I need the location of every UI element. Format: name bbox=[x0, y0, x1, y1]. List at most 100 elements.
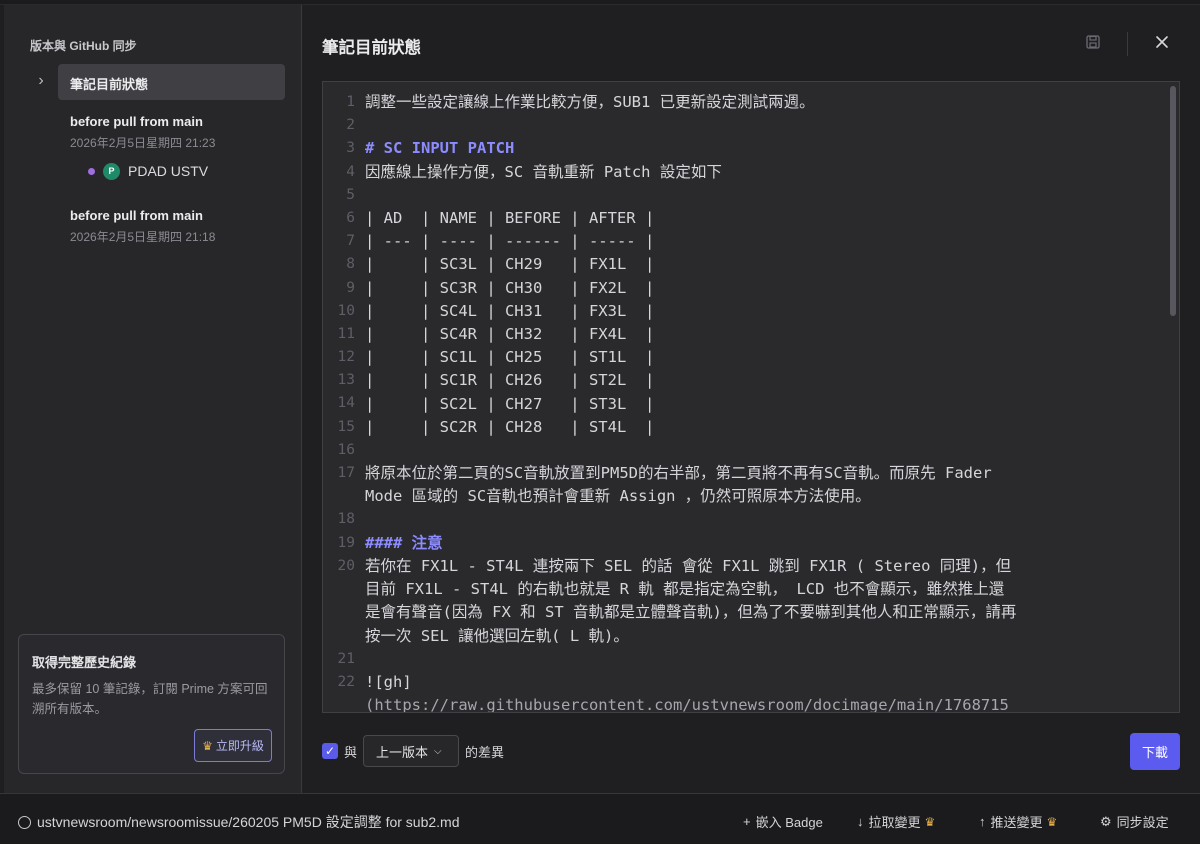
line-number bbox=[323, 578, 363, 601]
status-bar: ustvnewsroom/newsroomissue/260205 PM5D 設… bbox=[0, 793, 1200, 844]
current-version-row[interactable]: › 筆記目前狀態 bbox=[30, 64, 286, 100]
panel-title: 筆記目前狀態 bbox=[322, 39, 421, 57]
avatar: P bbox=[103, 162, 120, 180]
crown-icon: ♛ bbox=[924, 814, 936, 829]
line-number: 18 bbox=[337, 511, 355, 528]
author-name: PDAD USTV bbox=[128, 163, 209, 179]
embed-badge-label: 嵌入 Badge bbox=[755, 815, 823, 830]
push-changes-label: 推送變更 bbox=[990, 815, 1043, 830]
embed-badge-button[interactable]: + 嵌入 Badge bbox=[743, 812, 823, 831]
upgrade-button[interactable]: ♛ 立即升級 bbox=[194, 729, 272, 762]
content-line: | | SC4R | CH32 | FX4L | bbox=[365, 325, 655, 343]
line-number: 13 bbox=[337, 372, 355, 389]
version-date: 2026年2月5日星期四 21:18 bbox=[70, 230, 216, 244]
content-line: | | SC3R | CH30 | FX2L | bbox=[365, 278, 655, 297]
content-line: 目前 FX1L - ST4L 的右軌也就是 R 軌 都是指定為空軌， LCD 也… bbox=[365, 580, 1005, 599]
content-line bbox=[365, 184, 1155, 207]
content-line: | | SC1L | CH25 | ST1L | bbox=[365, 348, 655, 367]
repo-path-label: ustvnewsroom/newsroomissue/260205 PM5D 設… bbox=[37, 814, 460, 830]
crown-icon: ♛ bbox=[202, 738, 213, 753]
content-line bbox=[365, 114, 1155, 137]
diff-suffix-label: 的差異 bbox=[465, 744, 505, 760]
content-line: | --- | ---- | ------ | ----- | bbox=[365, 232, 655, 251]
repo-path[interactable]: ustvnewsroom/newsroomissue/260205 PM5D 設… bbox=[18, 812, 460, 832]
version-date: 2026年2月5日星期四 21:23 bbox=[70, 136, 216, 150]
version-item[interactable]: before pull from main 2026年2月5日星期四 21:18 bbox=[70, 208, 290, 245]
line-number: 3 bbox=[346, 140, 355, 157]
download-button[interactable]: 下載 bbox=[1130, 733, 1180, 770]
note-content-viewer[interactable]: 1 2 3 4 5 6 7 8 9 10 11 12 13 14 15 16 17 18 19 20 21 22 調整一些… bbox=[322, 81, 1180, 713]
line-number: 15 bbox=[337, 418, 355, 435]
diff-checkbox[interactable]: ✓ bbox=[322, 743, 338, 759]
purple-dot-icon bbox=[88, 167, 95, 175]
current-version-label: 筆記目前狀態 bbox=[70, 77, 149, 92]
current-version-item[interactable]: 筆記目前狀態 bbox=[58, 64, 285, 100]
line-number bbox=[323, 624, 363, 647]
content-line: | | SC3L | CH29 | FX1L | bbox=[365, 255, 655, 274]
content-line: | | SC2R | CH28 | ST4L | bbox=[365, 417, 655, 436]
line-number: 8 bbox=[346, 256, 355, 273]
version-title: before pull from main bbox=[70, 208, 203, 223]
line-number: 5 bbox=[346, 186, 355, 203]
gear-icon: ⚙ bbox=[1100, 813, 1112, 829]
arrow-down-icon: ↓ bbox=[857, 814, 864, 829]
line-number: 21 bbox=[337, 650, 355, 667]
promo-body: 最多保留 10 筆記錄，訂閱 Prime 方案可回溯所有版本。 bbox=[32, 682, 268, 716]
chevron-down-icon: ⌵ bbox=[434, 745, 442, 757]
close-icon[interactable] bbox=[1151, 31, 1173, 53]
compare-version-select[interactable]: 上一版本 ⌵ bbox=[363, 735, 460, 767]
line-number-gutter: 1 2 3 4 5 6 7 8 9 10 11 12 13 14 15 16 17 18 19 20 21 22 bbox=[323, 91, 363, 694]
promo-heading: 取得完整歷史紀錄 bbox=[32, 655, 137, 670]
line-number: 19 bbox=[337, 534, 355, 551]
line-number: 12 bbox=[337, 349, 355, 366]
line-number: 6 bbox=[346, 209, 355, 226]
line-number: 14 bbox=[337, 395, 355, 412]
github-icon bbox=[18, 815, 31, 829]
markdown-heading-line: # SC INPUT PATCH bbox=[365, 139, 515, 158]
crown-icon: ♛ bbox=[1046, 814, 1058, 829]
line-number: 10 bbox=[337, 302, 355, 319]
line-number: 2 bbox=[346, 117, 355, 134]
sync-settings-label: 同步設定 bbox=[1116, 815, 1169, 830]
content-line: | | SC1R | CH26 | ST2L | bbox=[365, 371, 655, 390]
diff-prefix-label: 與 bbox=[344, 744, 358, 760]
save-icon[interactable] bbox=[1085, 35, 1101, 51]
plus-icon: + bbox=[743, 814, 751, 829]
content-line bbox=[365, 439, 1155, 462]
compare-version-value: 上一版本 bbox=[376, 744, 429, 760]
version-item[interactable]: before pull from main 2026年2月5日星期四 21:23 bbox=[70, 114, 290, 151]
content-line bbox=[365, 509, 1155, 532]
diff-compare-row: ✓ 與 上一版本 ⌵ 的差異 bbox=[322, 734, 504, 768]
push-changes-button[interactable]: ↑ 推送變更 ♛ bbox=[979, 812, 1057, 831]
header-divider bbox=[1127, 32, 1128, 56]
content-line bbox=[365, 648, 1155, 671]
line-number: 17 bbox=[337, 465, 355, 481]
line-number: 16 bbox=[337, 441, 355, 458]
version-title: before pull from main bbox=[70, 114, 203, 129]
pull-changes-label: 拉取變更 bbox=[868, 815, 921, 830]
line-number: 4 bbox=[346, 163, 355, 180]
line-number: 22 bbox=[337, 673, 355, 690]
vertical-scrollbar[interactable] bbox=[1170, 86, 1176, 316]
content-line: Mode 區域的 SC音軌也預計會重新 Assign ，仍然可照原本方法使用。 bbox=[365, 487, 871, 506]
pull-changes-button[interactable]: ↓ 拉取變更 ♛ bbox=[857, 812, 935, 831]
line-number: 20 bbox=[337, 557, 355, 574]
sync-settings-button[interactable]: ⚙ 同步設定 bbox=[1100, 812, 1169, 831]
sidebar-title: 版本與 GitHub 同步 bbox=[30, 39, 137, 53]
chevron-right-icon: › bbox=[38, 72, 44, 89]
version-sidebar: 版本與 GitHub 同步 › 筆記目前狀態 before pull from … bbox=[4, 5, 302, 793]
markdown-heading-line: #### 注意 bbox=[365, 533, 443, 552]
line-number bbox=[323, 601, 363, 624]
content-line: 調整一些設定讓線上作業比較方便，SUB1 已更新設定測試兩週。 bbox=[365, 93, 815, 111]
content-line: 是會有聲音(因為 FX 和 ST 音軌都是立體聲音軌)，但為了不要嚇到其他人和正… bbox=[365, 603, 1017, 622]
line-number: 9 bbox=[346, 279, 355, 296]
note-preview-panel: 筆記目前狀態 1 2 3 4 5 6 7 8 9 10 11 12 13 14 15 16 17 18 19 20 21… bbox=[302, 5, 1200, 793]
content-line: | AD | NAME | BEFORE | AFTER | bbox=[365, 208, 655, 227]
line-number: 11 bbox=[337, 325, 355, 342]
content-line: 按一次 SEL 讓他選回左軌( L 軌)。 bbox=[365, 626, 629, 645]
note-content: 調整一些設定讓線上作業比較方便，SUB1 已更新設定測試兩週。 # SC INPU… bbox=[365, 91, 1155, 712]
content-line: ![gh] bbox=[365, 673, 412, 691]
arrow-up-icon: ↑ bbox=[979, 814, 986, 829]
content-line: 若你在 FX1L - ST4L 連按兩下 SEL 的話 會從 FX1L 跳到 F… bbox=[365, 557, 1012, 575]
content-line: 將原本位於第二頁的SC音軌放置到PM5D的右半部，第二頁將不再有SC音軌。而原先… bbox=[365, 464, 992, 483]
